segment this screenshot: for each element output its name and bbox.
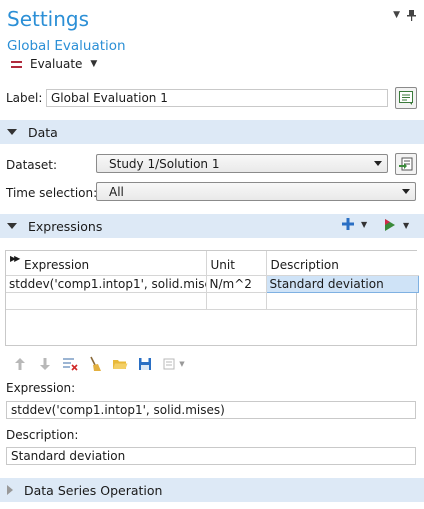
go-to-source-icon bbox=[399, 157, 413, 171]
column-header-unit[interactable]: Unit bbox=[206, 251, 267, 276]
data-series-operation-section-header[interactable]: Data Series Operation bbox=[0, 478, 424, 502]
dataset-caption: Dataset: bbox=[6, 158, 58, 172]
time-selection-caption: Time selection: bbox=[6, 186, 98, 200]
time-selection-value: All bbox=[109, 184, 124, 199]
description-cell[interactable] bbox=[266, 292, 418, 310]
description-input[interactable]: Standard deviation bbox=[6, 447, 416, 465]
chevron-down-icon[interactable]: ▼ bbox=[90, 59, 97, 69]
data-series-operation-title: Data Series Operation bbox=[24, 482, 163, 498]
column-header-description[interactable]: Description bbox=[266, 251, 418, 276]
evaluate-table-icon[interactable]: ▼ bbox=[162, 356, 186, 372]
expression-input[interactable]: stddev('comp1.intop1', solid.mises) bbox=[6, 401, 416, 419]
node-type-title: Global Evaluation bbox=[7, 38, 126, 54]
insert-expression-icon bbox=[385, 219, 395, 231]
chevron-down-icon bbox=[402, 189, 410, 194]
table-row[interactable] bbox=[6, 292, 418, 310]
dataset-select[interactable]: Study 1/Solution 1 bbox=[96, 154, 388, 173]
unit-cell[interactable] bbox=[206, 292, 267, 310]
expressions-table[interactable]: ▶▶ Expression Unit Description stddev('c… bbox=[5, 250, 419, 346]
go-to-source-button[interactable] bbox=[395, 153, 417, 175]
move-up-icon[interactable] bbox=[12, 356, 28, 372]
delete-rows-icon[interactable] bbox=[62, 356, 78, 372]
clear-table-icon[interactable] bbox=[87, 356, 103, 372]
page-title: Settings bbox=[7, 7, 90, 31]
data-section-title: Data bbox=[28, 124, 58, 140]
table-toolbar: ▼ bbox=[12, 356, 186, 372]
pin-icon[interactable] bbox=[407, 10, 416, 24]
open-folder-icon[interactable] bbox=[112, 356, 128, 372]
expression-cell[interactable]: stddev('comp1.intop1', solid.mises) bbox=[6, 275, 207, 293]
label-note-icon bbox=[399, 91, 413, 105]
expressions-section-title: Expressions bbox=[28, 218, 103, 234]
label-caption: Label: bbox=[6, 91, 43, 105]
label-input[interactable]: Global Evaluation 1 bbox=[46, 89, 388, 107]
move-down-icon[interactable] bbox=[37, 356, 53, 372]
show-label-button[interactable] bbox=[395, 87, 417, 109]
expand-icon bbox=[7, 485, 13, 495]
evaluate-label: Evaluate bbox=[30, 57, 83, 71]
description-caption: Description: bbox=[6, 428, 79, 442]
panel-menu-icon[interactable]: ▼ bbox=[393, 10, 400, 24]
chevron-down-icon[interactable]: ▼ bbox=[179, 360, 184, 368]
data-section-header[interactable]: Data bbox=[0, 120, 424, 144]
window-controls: ▼ bbox=[393, 10, 416, 24]
unit-cell[interactable]: N/m^2 bbox=[206, 275, 267, 293]
dataset-value: Study 1/Solution 1 bbox=[109, 156, 220, 171]
chevron-down-icon bbox=[374, 161, 382, 166]
chevron-down-icon: ▼ bbox=[361, 219, 368, 229]
save-icon[interactable] bbox=[137, 356, 153, 372]
collapse-icon bbox=[7, 223, 17, 229]
expression-caption: Expression: bbox=[6, 381, 76, 395]
insert-expression-button[interactable]: ▼ bbox=[384, 218, 409, 232]
column-header-expression[interactable]: ▶▶ Expression bbox=[6, 251, 207, 276]
replace-expression-button[interactable]: ▼ bbox=[342, 218, 367, 230]
table-row[interactable]: stddev('comp1.intop1', solid.mises) N/m^… bbox=[6, 274, 419, 293]
collapse-icon bbox=[7, 129, 17, 135]
plus-icon bbox=[342, 218, 354, 230]
evaluate-icon bbox=[11, 60, 22, 68]
evaluate-button[interactable]: Evaluate ▼ bbox=[11, 57, 97, 71]
description-cell[interactable]: Standard deviation bbox=[265, 274, 419, 293]
chevron-down-icon: ▼ bbox=[403, 220, 410, 230]
time-selection-select[interactable]: All bbox=[96, 182, 416, 201]
expression-cell[interactable] bbox=[6, 292, 207, 310]
expand-columns-icon[interactable]: ▶▶ bbox=[10, 254, 20, 263]
